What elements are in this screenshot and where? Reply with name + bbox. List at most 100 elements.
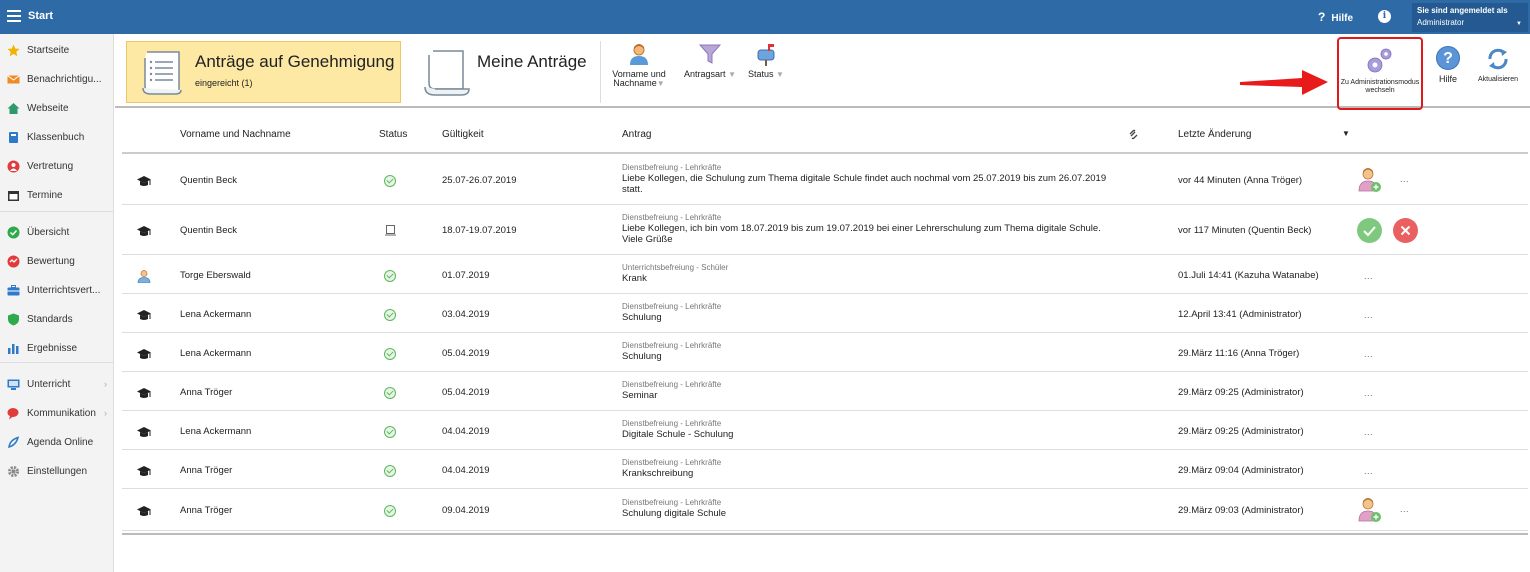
filter-antragsart[interactable]: Antragsart ▼ [682, 42, 738, 79]
divider [600, 41, 601, 103]
sidebar-divider [0, 362, 113, 363]
sidebar-item-label: Startseite [27, 44, 70, 56]
envelope-icon [7, 73, 20, 86]
more-options-icon[interactable]: ... [1364, 271, 1373, 281]
sidebar-item-bewertung[interactable]: Bewertung [0, 249, 113, 273]
status-ok-icon [384, 175, 396, 187]
sidebar-item-klassenbuch[interactable]: Klassenbuch [0, 125, 113, 149]
table-row[interactable]: Anna Tröger 04.04.2019 Dienstbefreiung - L… [122, 450, 1528, 489]
status-ok-icon [384, 464, 396, 477]
header-status[interactable]: Status [379, 129, 407, 140]
table-row[interactable]: Lena Ackermann 03.04.2019 Dienstbefreiung … [122, 294, 1528, 333]
rating-icon [7, 255, 20, 268]
table-row[interactable]: Torge Eberswald 01.07.2019 Unterrichtsbefr… [122, 255, 1528, 294]
filter-label: Status [748, 69, 774, 79]
funnel-icon [698, 44, 722, 64]
check-circle-icon [7, 226, 20, 239]
sidebar-item-label: Webseite [27, 102, 69, 114]
refresh-label: Aktualisieren [1477, 76, 1519, 83]
sidebar-item-kommunikation[interactable]: Kommunikation › [0, 401, 113, 425]
sidebar-item-unterricht[interactable]: Unterricht › [0, 372, 113, 396]
chevron-right-icon: › [104, 379, 107, 389]
sidebar-item-übersicht[interactable]: Übersicht [0, 220, 113, 244]
tab-antraege-genehmigung[interactable]: Anträge auf Genehmigung eingereicht (1) [126, 41, 401, 103]
status-ok-icon [384, 347, 396, 360]
sidebar-item-benachrichtigu[interactable]: Benachrichtigu... [0, 67, 113, 91]
filter-name[interactable]: Vorname und Nachname▼ [610, 42, 668, 88]
sidebar-item-startseite[interactable]: Startseite [0, 38, 113, 62]
table-header: Vorname und Nachname Status Gültigkeit A… [122, 116, 1528, 154]
person-swap-icon [7, 160, 20, 173]
header-name[interactable]: Vorname und Nachname [180, 129, 291, 140]
sidebar-item-webseite[interactable]: Webseite [0, 96, 113, 120]
sidebar-item-termine[interactable]: Termine [0, 183, 113, 207]
graduation-cap-icon [136, 425, 152, 439]
login-dropdown[interactable]: Sie sind angemeldet als Administrator ▼ [1412, 3, 1528, 32]
sidebar-item-einstellungen[interactable]: Einstellungen [0, 459, 113, 483]
sidebar-item-agenda-online[interactable]: Agenda Online [0, 430, 113, 454]
row-text: Krank [622, 272, 647, 284]
sidebar-item-standards[interactable]: Standards [0, 307, 113, 331]
more-options-icon[interactable]: ... [1400, 504, 1409, 514]
sort-down-icon[interactable]: ▼ [1342, 129, 1350, 138]
row-letzte-aenderung: 01.Juli 14:41 (Kazuha Watanabe) [1178, 269, 1319, 281]
header-antrag[interactable]: Antrag [622, 129, 651, 140]
help-link[interactable]: ? Hilfe [1318, 10, 1353, 24]
status-ok-icon [384, 269, 396, 282]
more-options-icon[interactable]: ... [1364, 349, 1373, 359]
person-add-icon[interactable] [1358, 497, 1382, 523]
row-antrag: Dienstbefreiung - Lehrkräfte Schulung [622, 341, 1122, 362]
sidebar-item-ergebnisse[interactable]: Ergebnisse [0, 336, 113, 360]
app-title[interactable]: Start [28, 10, 53, 22]
tab-meine-antraege[interactable]: Meine Anträge [415, 41, 600, 103]
status-pending-icon [385, 225, 396, 236]
row-gueltigkeit: 18.07-19.07.2019 [442, 225, 517, 236]
star-icon [7, 44, 20, 57]
table-row[interactable]: Quentin Beck 25.07-26.07.2019 Dienstbefrei… [122, 155, 1528, 205]
more-options-icon[interactable]: ... [1364, 466, 1373, 476]
help-button[interactable]: ? Hilfe [1433, 46, 1463, 84]
reject-button[interactable] [1393, 218, 1418, 243]
tile-title: Anträge auf Genehmigung [195, 52, 395, 71]
table-row[interactable]: Anna Tröger 05.04.2019 Dienstbefreiung - L… [122, 372, 1528, 411]
row-name: Quentin Beck [180, 225, 238, 236]
row-text: Seminar [622, 389, 658, 401]
caret-down-icon: ▼ [1516, 21, 1522, 27]
tile-subtitle: eingereicht (1) [195, 78, 253, 88]
sidebar-item-vertretung[interactable]: Vertretung [0, 154, 113, 178]
red-arrow-annotation [1240, 70, 1328, 95]
row-text: Schulung digitale Schule [622, 508, 727, 519]
row-text: Krankschreibung [622, 467, 694, 479]
row-letzte-aenderung: vor 117 Minuten (Quentin Beck) [1178, 225, 1312, 236]
more-options-icon[interactable]: ... [1400, 174, 1409, 184]
login-user: Administrator [1417, 18, 1465, 27]
person-add-icon[interactable] [1358, 167, 1382, 193]
filter-status[interactable]: Status ▼ [744, 42, 788, 79]
row-antrag: Unterrichtsbefreiung - Schüler Krank [622, 263, 1122, 284]
table-row[interactable]: Quentin Beck 18.07-19.07.2019 Dienstbefrei… [122, 205, 1528, 255]
info-icon[interactable]: i [1378, 10, 1391, 23]
row-category: Dienstbefreiung - Lehrkräfte [622, 418, 722, 428]
paperclip-icon[interactable] [1128, 129, 1139, 140]
approve-button[interactable] [1357, 218, 1382, 243]
sidebar-item-unterrichtsvert[interactable]: Unterrichtsvert... [0, 278, 113, 302]
row-letzte-aenderung: vor 44 Minuten (Anna Tröger) [1178, 175, 1303, 186]
row-text: Digitale Schule - Schulung [622, 428, 734, 440]
header-gueltigkeit[interactable]: Gültigkeit [442, 129, 484, 140]
table-row[interactable]: Lena Ackermann 04.04.2019 Dienstbefreiung … [122, 411, 1528, 450]
status-ok-icon [384, 386, 396, 399]
more-options-icon[interactable]: ... [1364, 310, 1373, 320]
sidebar: Startseite Benachrichtigu... Webseite Klass… [0, 34, 114, 572]
admin-mode-button[interactable]: Zu Administrationsmodus wechseln [1337, 37, 1423, 110]
row-text: Schulung [622, 350, 662, 362]
refresh-button[interactable]: Aktualisieren [1473, 46, 1523, 83]
row-antrag: Dienstbefreiung - Lehrkräfte Digitale Sch… [622, 419, 1122, 440]
graduation-cap-icon [136, 347, 152, 361]
table-row[interactable]: Lena Ackermann 05.04.2019 Dienstbefreiung … [122, 333, 1528, 372]
menu-icon[interactable] [7, 10, 21, 22]
more-options-icon[interactable]: ... [1364, 388, 1373, 398]
header-letzte-aenderung[interactable]: Letzte Änderung [1178, 129, 1251, 140]
more-options-icon[interactable]: ... [1364, 427, 1373, 437]
row-category: Dienstbefreiung - Lehrkräfte [622, 340, 722, 350]
table-row[interactable]: Anna Tröger 09.04.2019 Dienstbefreiung - L… [122, 489, 1528, 531]
